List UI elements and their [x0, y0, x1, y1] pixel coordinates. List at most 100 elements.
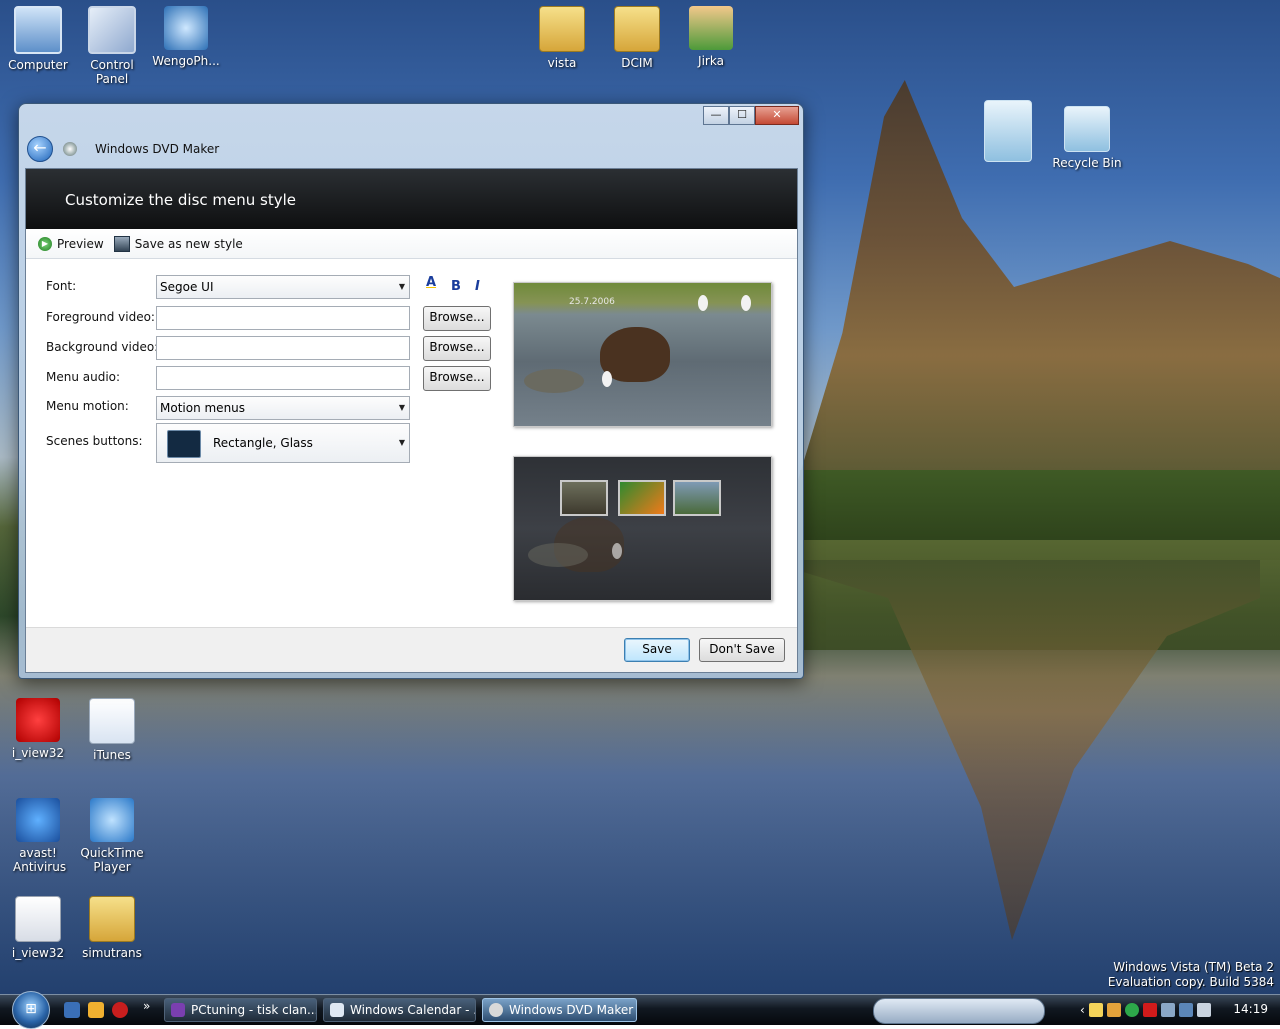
desktop-icon-jirka[interactable]: Jirka — [673, 6, 749, 68]
ie-icon[interactable] — [64, 1002, 80, 1018]
watermark-line: Evaluation copy. Build 5384 — [1107, 975, 1274, 989]
control-panel-icon — [88, 6, 136, 54]
build-watermark: Windows Vista (TM) Beta 2 Evaluation cop… — [1108, 960, 1274, 990]
opera-icon[interactable] — [112, 1002, 128, 1018]
taskbar-item-dvd-maker[interactable]: Windows DVD Maker — [482, 998, 637, 1022]
preview-label: Preview — [57, 236, 104, 251]
command-bar: ▶ Preview Save as new style — [26, 229, 797, 259]
tray-expand-icon[interactable]: ‹ — [1080, 1003, 1085, 1017]
save-as-new-style-button[interactable]: Save as new style — [113, 235, 243, 252]
folder-icon — [89, 896, 135, 942]
media-player-toolbar[interactable] — [873, 998, 1045, 1024]
scenes-preview — [513, 456, 772, 601]
ati-icon[interactable] — [1142, 1003, 1157, 1017]
window-title: Windows DVD Maker — [95, 142, 220, 156]
desktop-icon-simutrans[interactable]: simutrans — [74, 896, 150, 960]
desktop-icon-wengophone[interactable]: WengoPh... — [148, 6, 224, 68]
calendar-icon[interactable] — [88, 1002, 104, 1018]
desktop-icon-label: Jirka — [698, 54, 724, 68]
foreground-video-input[interactable] — [156, 306, 410, 330]
taskbar-item-pctuning[interactable]: PCtuning - tisk clan... — [164, 998, 317, 1022]
taskbar: ⊞ » PCtuning - tisk clan... Windows Cale… — [0, 991, 1280, 1029]
save-button[interactable]: Save — [624, 638, 690, 662]
play-icon: ▶ — [38, 236, 52, 251]
desktop-icon-vista-folder[interactable]: vista — [524, 6, 600, 70]
scene-thumbnail — [560, 480, 608, 516]
desktop-icon-itunes[interactable]: iTunes — [74, 698, 150, 762]
page-header: Customize the disc menu style — [26, 169, 797, 229]
menu-motion-label: Menu motion: — [46, 399, 129, 413]
minimize-button[interactable]: — — [703, 106, 729, 125]
recycle-bin-icon — [1064, 106, 1110, 152]
user-folder-icon — [689, 6, 733, 50]
maximize-button[interactable]: ☐ — [729, 106, 755, 125]
network-status-icon[interactable] — [1124, 1003, 1139, 1017]
watermark-line: Windows Vista (TM) Beta 2 — [1113, 960, 1274, 974]
browse-audio-button[interactable]: Browse... — [423, 366, 491, 391]
computer-icon — [14, 6, 62, 54]
desktop-icon-label: DCIM — [621, 56, 653, 70]
recycle-bin-full-icon[interactable] — [970, 100, 1046, 166]
volume-icon[interactable] — [1196, 1003, 1211, 1017]
dvd-disc-icon — [489, 1003, 503, 1017]
desktop-icon-iview32[interactable]: i_view32 — [0, 698, 76, 760]
taskbar-item-calendar[interactable]: Windows Calendar - ... — [323, 998, 476, 1022]
browse-foreground-button[interactable]: Browse... — [423, 306, 491, 331]
desktop-icon-control-panel[interactable]: Control Panel — [74, 6, 150, 86]
clock[interactable]: 14:19 — [1233, 1002, 1268, 1016]
page-title: Customize the disc menu style — [65, 191, 296, 209]
rock-image — [528, 543, 588, 567]
irfanview-icon — [16, 698, 60, 742]
window-controls: — ☐ ✕ — [703, 106, 799, 125]
start-button[interactable]: ⊞ — [12, 991, 50, 1029]
browse-background-button[interactable]: Browse... — [423, 336, 491, 361]
scenes-buttons-value: Rectangle, Glass — [213, 436, 313, 450]
antivirus-icon[interactable] — [1160, 1003, 1175, 1017]
desktop-icon-label: i_view32 — [11, 946, 65, 960]
desktop-icon-quicktime[interactable]: QuickTime Player — [74, 798, 150, 874]
scene-thumbnail — [673, 480, 721, 516]
desktop-icon-avast[interactable]: avast! Antivirus — [0, 798, 76, 874]
system-tray: ‹ — [1080, 995, 1211, 1025]
desktop-icon-label: Control Panel — [90, 58, 134, 86]
desktop-icon-label: avast! Antivirus — [13, 846, 67, 874]
font-select[interactable]: Segoe UI — [156, 275, 410, 299]
bird-image — [612, 543, 622, 559]
menu-motion-select[interactable]: Motion menus — [156, 396, 410, 420]
desktop-icon-computer[interactable]: Computer — [0, 6, 76, 72]
dont-save-button[interactable]: Don't Save — [699, 638, 785, 662]
save-style-label: Save as new style — [134, 236, 243, 251]
rock-image — [524, 369, 584, 393]
folder-icon — [539, 6, 585, 52]
browser-icon — [171, 1003, 185, 1017]
desktop-icon-dcim-folder[interactable]: DCIM — [599, 6, 675, 70]
settings-file-icon — [15, 896, 61, 942]
close-button[interactable]: ✕ — [755, 106, 799, 125]
menu-audio-label: Menu audio: — [46, 370, 121, 384]
network-icon[interactable] — [1178, 1003, 1193, 1017]
calendar-icon — [330, 1003, 344, 1017]
desktop-icon-recycle-bin[interactable]: Recycle Bin — [1049, 106, 1125, 170]
floppy-disk-icon — [113, 235, 130, 252]
background-video-input[interactable] — [156, 336, 410, 360]
bold-button[interactable]: B — [451, 279, 461, 294]
itunes-icon — [89, 698, 135, 744]
font-color-button[interactable]: A — [426, 275, 436, 290]
preview-button[interactable]: ▶ Preview — [38, 236, 104, 251]
avast-icon — [16, 798, 60, 842]
back-arrow-icon[interactable]: ← — [27, 136, 53, 162]
foreground-video-label: Foreground video: — [46, 310, 155, 324]
font-label: Font: — [46, 279, 77, 293]
desktop-icon-iview32-file[interactable]: i_view32 — [0, 896, 76, 960]
scene-thumbnail — [618, 480, 666, 516]
mail-icon[interactable] — [1088, 1003, 1103, 1017]
quick-launch-more[interactable]: » — [143, 999, 150, 1013]
taskbar-item-label: Windows DVD Maker — [509, 1003, 634, 1017]
menu-audio-input[interactable] — [156, 366, 410, 390]
scenes-buttons-select[interactable]: Rectangle, Glass — [156, 423, 410, 463]
calendar-tray-icon[interactable] — [1106, 1003, 1121, 1017]
desktop-icon-label: i_view32 — [11, 746, 65, 760]
italic-button[interactable]: I — [475, 279, 480, 294]
bird-image — [698, 295, 708, 311]
dvd-maker-window: — ☐ ✕ ← Windows DVD Maker Customize the … — [18, 103, 804, 679]
